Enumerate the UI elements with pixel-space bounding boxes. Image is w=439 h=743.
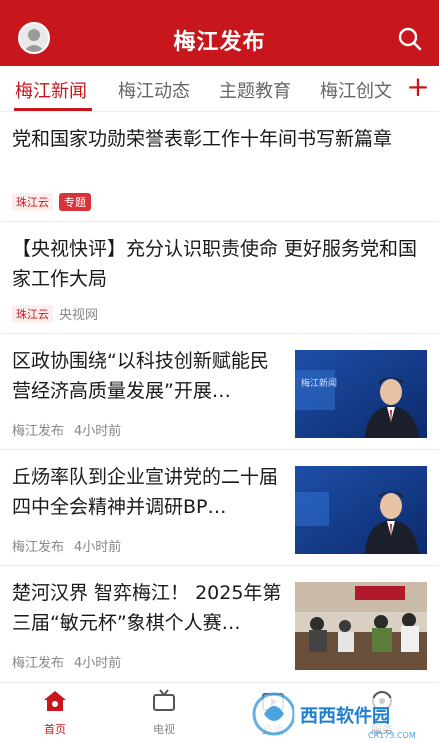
site-watermark: 西西软件园 CR173.COM xyxy=(252,692,424,740)
news-source: 梅江发布 xyxy=(12,424,65,439)
list-item[interactable]: 【央视快评】充分认识职责使命 更好服务党和国家工作大局 珠江云 央视网 xyxy=(0,222,439,334)
news-title[interactable]: 党和国家功勋荣誉表彰工作十年间书写新篇章 xyxy=(12,124,422,154)
anchor-image xyxy=(295,466,427,554)
source-tag: 珠江云 xyxy=(12,193,53,211)
add-channel-icon[interactable]: + xyxy=(406,72,430,102)
nav-home-label: 首页 xyxy=(44,723,66,736)
app-title: 梅江发布 xyxy=(173,30,266,55)
news-time: 4小时前 xyxy=(74,656,122,671)
home-icon xyxy=(44,691,66,711)
news-title[interactable]: 区政协围绕“以科技创新赋能民营经济高质量发展”开展… xyxy=(12,346,284,406)
tab-meijiang-updates[interactable]: 梅江动态 xyxy=(118,77,190,103)
svg-text:西西软件园: 西西软件园 xyxy=(300,705,390,727)
source-tag: 珠江云 xyxy=(12,304,53,323)
list-item[interactable]: 楚河汉界 智弈梅江！ 2025年第三届“敏元杯”象棋个人赛… 梅江发布 4小时前 xyxy=(0,566,439,682)
tab-meijiang-news[interactable]: 梅江新闻 xyxy=(15,77,87,103)
news-time: 4小时前 xyxy=(74,424,122,439)
active-tab-indicator xyxy=(14,108,92,111)
news-meta: 梅江发布 4小时前 xyxy=(12,536,131,555)
nav-tv[interactable]: 电视 xyxy=(134,689,194,737)
nav-home[interactable]: 首页 xyxy=(25,689,85,737)
topic-badge: 专题 xyxy=(59,193,91,211)
list-item[interactable]: 党和国家功勋荣誉表彰工作十年间书写新篇章 珠江云 专题 xyxy=(0,112,439,222)
news-thumbnail[interactable] xyxy=(295,582,427,670)
svg-text:梅江新闻: 梅江新闻 xyxy=(301,377,337,389)
tv-icon xyxy=(153,689,175,711)
news-title[interactable]: 楚河汉界 智弈梅江！ 2025年第三届“敏元杯”象棋个人赛… xyxy=(12,578,284,638)
list-item[interactable]: 丘炀率队到企业宣讲党的二十届四中全会精神并调研BP… 梅江发布 4小时前 xyxy=(0,450,439,566)
search-icon[interactable] xyxy=(397,26,423,52)
app-header: 梅江发布 xyxy=(0,0,439,66)
anchor-image: 梅江新闻 xyxy=(295,350,427,438)
news-title[interactable]: 丘炀率队到企业宣讲党的二十届四中全会精神并调研BP… xyxy=(12,462,284,522)
news-thumbnail[interactable]: 梅江新闻 xyxy=(295,350,427,438)
news-meta: 梅江发布 4小时前 xyxy=(12,420,131,439)
news-thumbnail[interactable] xyxy=(295,466,427,554)
news-meta: 梅江发布 4小时前 xyxy=(12,652,131,671)
tab-theme-education[interactable]: 主题教育 xyxy=(219,77,291,103)
news-source: 梅江发布 xyxy=(12,656,65,671)
news-source: 梅江发布 xyxy=(12,540,65,555)
chess-event-image xyxy=(295,582,427,670)
nav-tv-label: 电视 xyxy=(153,723,175,736)
news-source: 央视网 xyxy=(59,308,99,323)
channel-tabs: 梅江新闻 梅江动态 主题教育 梅江创文 + xyxy=(0,66,439,112)
svg-text:CR173.COM: CR173.COM xyxy=(368,731,416,740)
news-meta: 珠江云 央视网 xyxy=(12,304,108,323)
tab-meijiang-civilization[interactable]: 梅江创文 xyxy=(320,77,392,103)
news-time: 4小时前 xyxy=(74,540,122,555)
news-meta: 珠江云 专题 xyxy=(12,193,91,211)
news-title[interactable]: 【央视快评】充分认识职责使命 更好服务党和国家工作大局 xyxy=(12,234,422,294)
list-item[interactable]: 区政协围绕“以科技创新赋能民营经济高质量发展”开展… 梅江发布 4小时前 梅江新闻 xyxy=(0,334,439,450)
